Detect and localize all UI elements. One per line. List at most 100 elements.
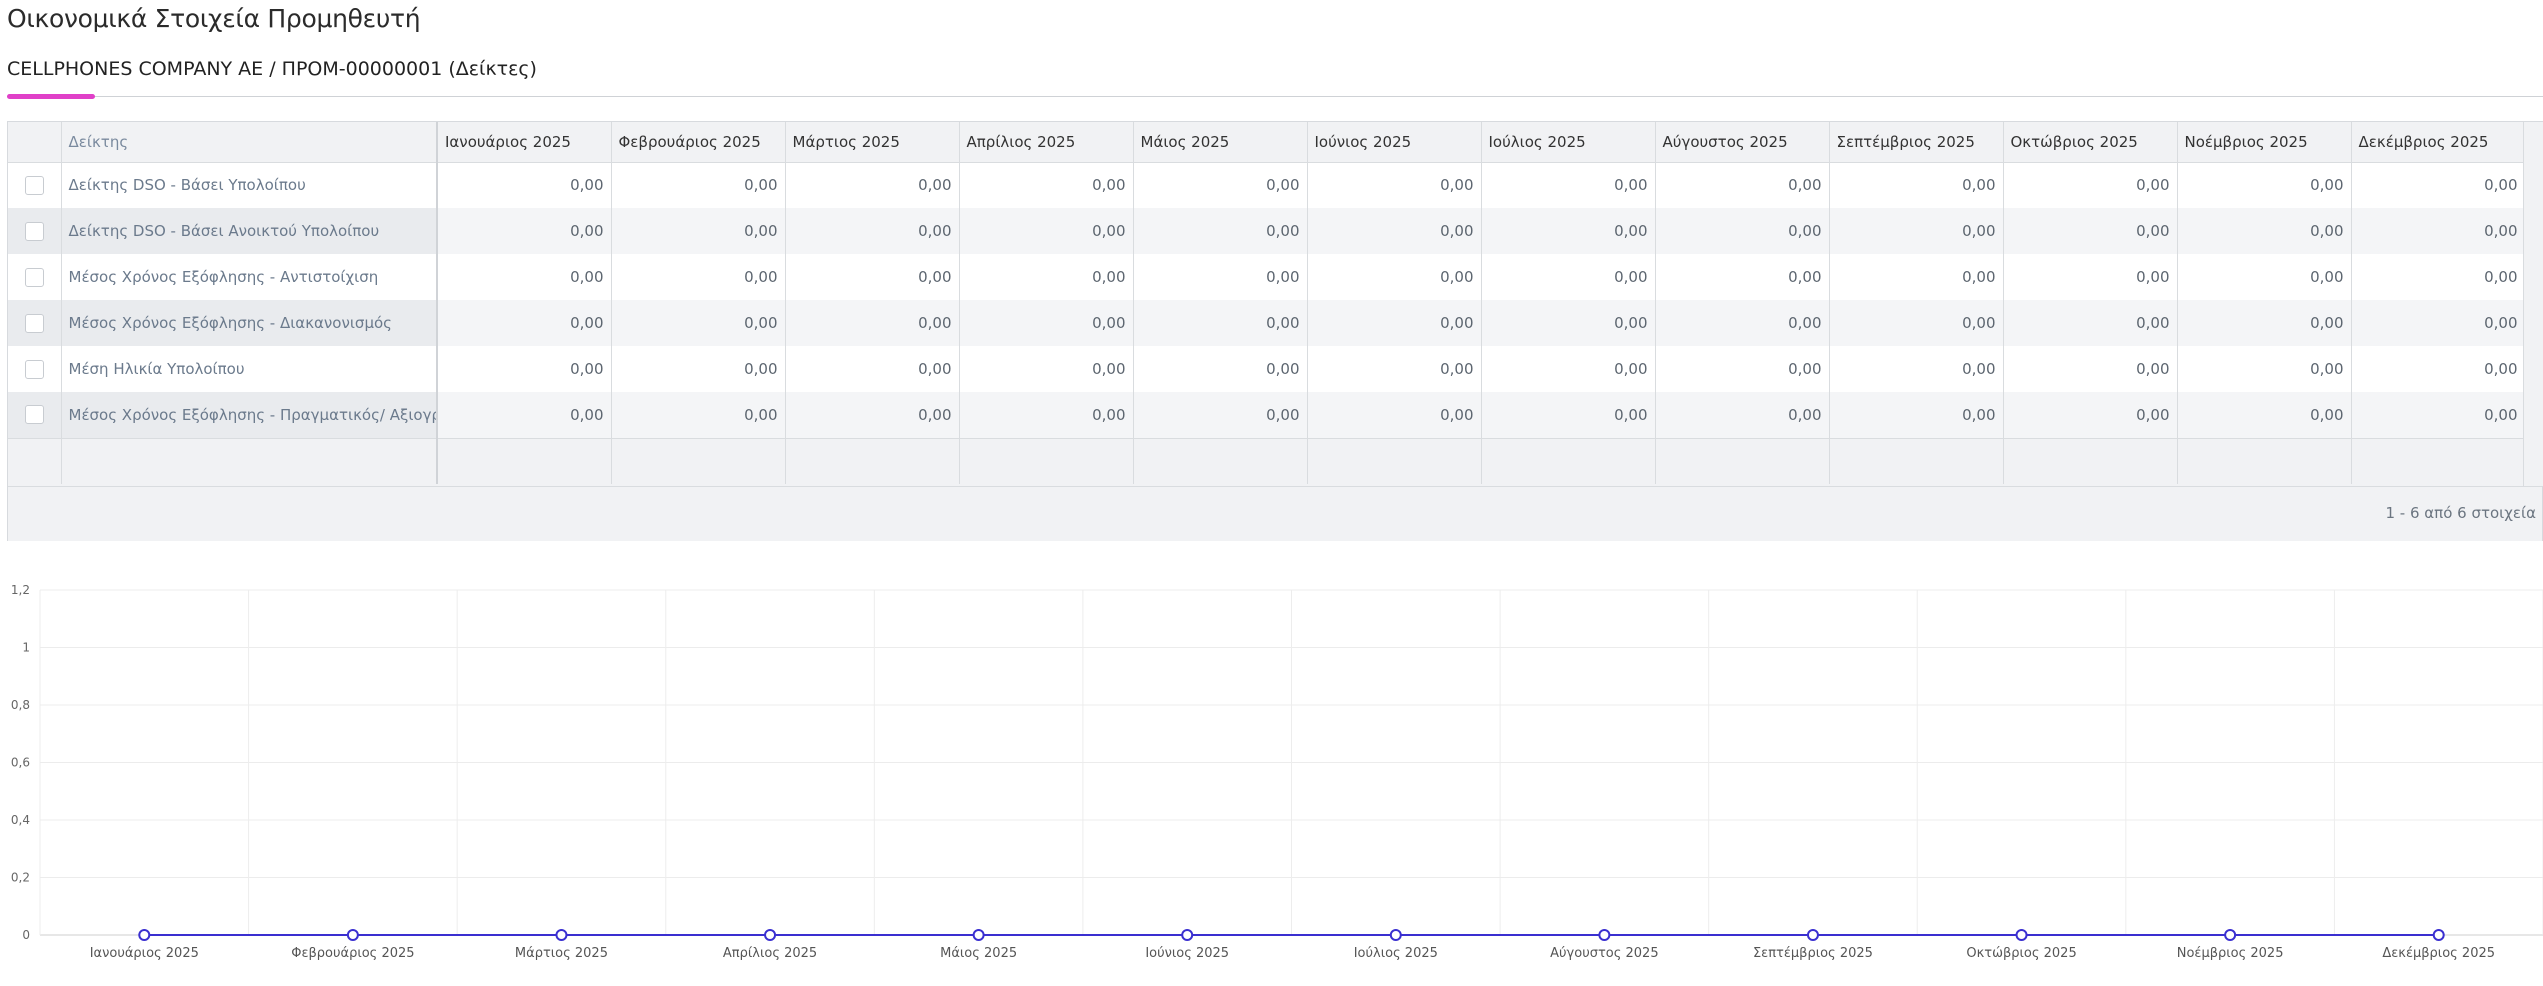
x-tick-label: Οκτώβριος 2025 xyxy=(1966,946,2076,961)
tab-indicators[interactable]: CELLPHONES COMPANY AE / ΠΡΟΜ-00000001 (Δ… xyxy=(7,58,537,80)
data-point xyxy=(1806,929,1819,941)
value-cell: 0,00 xyxy=(2351,254,2526,300)
row-checkbox[interactable] xyxy=(24,267,44,287)
value-cell: 0,00 xyxy=(437,300,612,346)
value-cell: 0,00 xyxy=(1481,300,1656,346)
x-tick-label: Ιούνιος 2025 xyxy=(1145,946,1229,961)
value-cell: 0,00 xyxy=(1307,162,1482,208)
data-point xyxy=(1389,929,1402,941)
row-checkbox[interactable] xyxy=(24,313,44,333)
data-point xyxy=(346,929,359,941)
row-select-cell xyxy=(8,392,62,438)
value-cell: 0,00 xyxy=(1307,300,1482,346)
value-cell: 0,00 xyxy=(785,300,960,346)
value-cell: 0,00 xyxy=(2177,300,2352,346)
footer-cell xyxy=(959,437,1134,484)
table-row[interactable]: Μέση Ηλικία Υπολοίπου 0,00 0,00 0,00 0,00 0,0… xyxy=(8,346,2526,392)
table-row[interactable]: Μέσος Χρόνος Εξόφλησης - Διακανονισμός 0,… xyxy=(8,300,2526,346)
y-tick-label: 1 xyxy=(22,641,30,655)
column-header-month[interactable]: Σεπτέμβριος 2025 xyxy=(1829,122,2004,163)
indicator-name-cell: Δείκτης DSO - Βάσει Ανοικτού Υπολοίπου xyxy=(61,208,438,254)
y-tick-label: 0,2 xyxy=(11,871,30,885)
data-point xyxy=(2432,929,2445,941)
x-tick-label: Σεπτέμβριος 2025 xyxy=(1753,946,1873,961)
value-cell: 0,00 xyxy=(1829,346,2004,392)
table-row[interactable]: Δείκτης DSO - Βάσει Υπολοίπου 0,00 0,00 0,0… xyxy=(8,162,2526,208)
footer-cell xyxy=(785,437,960,484)
tab-divider xyxy=(7,96,2543,97)
column-header-month[interactable]: Ιούλιος 2025 xyxy=(1481,122,1656,163)
footer-cell xyxy=(1655,437,1830,484)
value-cell: 0,00 xyxy=(2177,162,2352,208)
value-cell: 0,00 xyxy=(785,254,960,300)
value-cell: 0,00 xyxy=(611,392,786,438)
value-cell: 0,00 xyxy=(611,162,786,208)
data-point xyxy=(555,929,568,941)
footer-cell xyxy=(1133,437,1308,484)
indicators-grid: Δείκτης Ιανουάριος 2025 Φεβρουάριος 2025 Μ… xyxy=(7,121,2543,541)
value-cell: 0,00 xyxy=(785,208,960,254)
column-header-month[interactable]: Απρίλιος 2025 xyxy=(959,122,1134,163)
value-cell: 0,00 xyxy=(437,208,612,254)
footer-cell xyxy=(2351,437,2526,484)
value-cell: 0,00 xyxy=(611,346,786,392)
footer-cell xyxy=(1481,437,1656,484)
row-select-cell xyxy=(8,208,62,254)
column-header-month[interactable]: Δεκέμβριος 2025 xyxy=(2351,122,2526,163)
value-cell: 0,00 xyxy=(1481,346,1656,392)
row-select-cell xyxy=(8,300,62,346)
value-cell: 0,00 xyxy=(1655,300,1830,346)
value-cell: 0,00 xyxy=(959,162,1134,208)
value-cell: 0,00 xyxy=(1481,392,1656,438)
column-header-month[interactable]: Οκτώβριος 2025 xyxy=(2003,122,2178,163)
row-select-cell xyxy=(8,346,62,392)
value-cell: 0,00 xyxy=(2177,208,2352,254)
value-cell: 0,00 xyxy=(1481,208,1656,254)
footer-cell xyxy=(2003,437,2178,484)
column-header-month[interactable]: Φεβρουάριος 2025 xyxy=(611,122,786,163)
value-cell: 0,00 xyxy=(2003,254,2178,300)
value-cell: 0,00 xyxy=(2003,208,2178,254)
value-cell: 0,00 xyxy=(2003,392,2178,438)
column-header-month[interactable]: Νοέμβριος 2025 xyxy=(2177,122,2352,163)
value-cell: 0,00 xyxy=(959,254,1134,300)
x-tick-label: Ιούλιος 2025 xyxy=(1354,946,1438,961)
value-cell: 0,00 xyxy=(1655,346,1830,392)
row-select-cell xyxy=(8,162,62,208)
footer-cell xyxy=(2177,437,2352,484)
value-cell: 0,00 xyxy=(1133,208,1308,254)
column-header-indicator[interactable]: Δείκτης xyxy=(61,122,438,163)
value-cell: 0,00 xyxy=(611,254,786,300)
x-tick-label: Αύγουστος 2025 xyxy=(1550,946,1658,961)
table-row[interactable]: Δείκτης DSO - Βάσει Ανοικτού Υπολοίπου 0,… xyxy=(8,208,2526,254)
value-cell: 0,00 xyxy=(959,392,1134,438)
grid-footer-row xyxy=(8,437,2526,484)
row-checkbox[interactable] xyxy=(24,221,44,241)
value-cell: 0,00 xyxy=(1307,254,1482,300)
column-header-month[interactable]: Μάιος 2025 xyxy=(1133,122,1308,163)
value-cell: 0,00 xyxy=(959,208,1134,254)
y-tick-label: 0 xyxy=(22,928,30,942)
x-tick-label: Δεκέμβριος 2025 xyxy=(2382,946,2495,961)
footer-cell xyxy=(1307,437,1482,484)
vertical-scrollbar-gutter[interactable] xyxy=(2523,122,2543,486)
indicator-name-cell: Δείκτης DSO - Βάσει Υπολοίπου xyxy=(61,162,438,208)
page-title: Οικονομικά Στοιχεία Προμηθευτή xyxy=(7,4,421,33)
table-row[interactable]: Μέσος Χρόνος Εξόφλησης - Αντιστοίχιση 0,0… xyxy=(8,254,2526,300)
footer-cell xyxy=(8,437,62,484)
row-checkbox[interactable] xyxy=(24,175,44,195)
grid-pager: 1 - 6 από 6 στοιχεία xyxy=(8,486,2542,541)
row-checkbox[interactable] xyxy=(24,405,44,425)
value-cell: 0,00 xyxy=(1133,254,1308,300)
value-cell: 0,00 xyxy=(1133,392,1308,438)
value-cell: 0,00 xyxy=(2177,392,2352,438)
column-header-month[interactable]: Αύγουστος 2025 xyxy=(1655,122,1830,163)
column-header-month[interactable]: Ιούνιος 2025 xyxy=(1307,122,1482,163)
footer-cell xyxy=(1829,437,2004,484)
column-header-month[interactable]: Ιανουάριος 2025 xyxy=(437,122,612,163)
value-cell: 0,00 xyxy=(1655,392,1830,438)
column-header-month[interactable]: Μάρτιος 2025 xyxy=(785,122,960,163)
value-cell: 0,00 xyxy=(785,392,960,438)
table-row[interactable]: Μέσος Χρόνος Εξόφλησης - Πραγματικός/ Αξ… xyxy=(8,392,2526,438)
row-checkbox[interactable] xyxy=(24,359,44,379)
